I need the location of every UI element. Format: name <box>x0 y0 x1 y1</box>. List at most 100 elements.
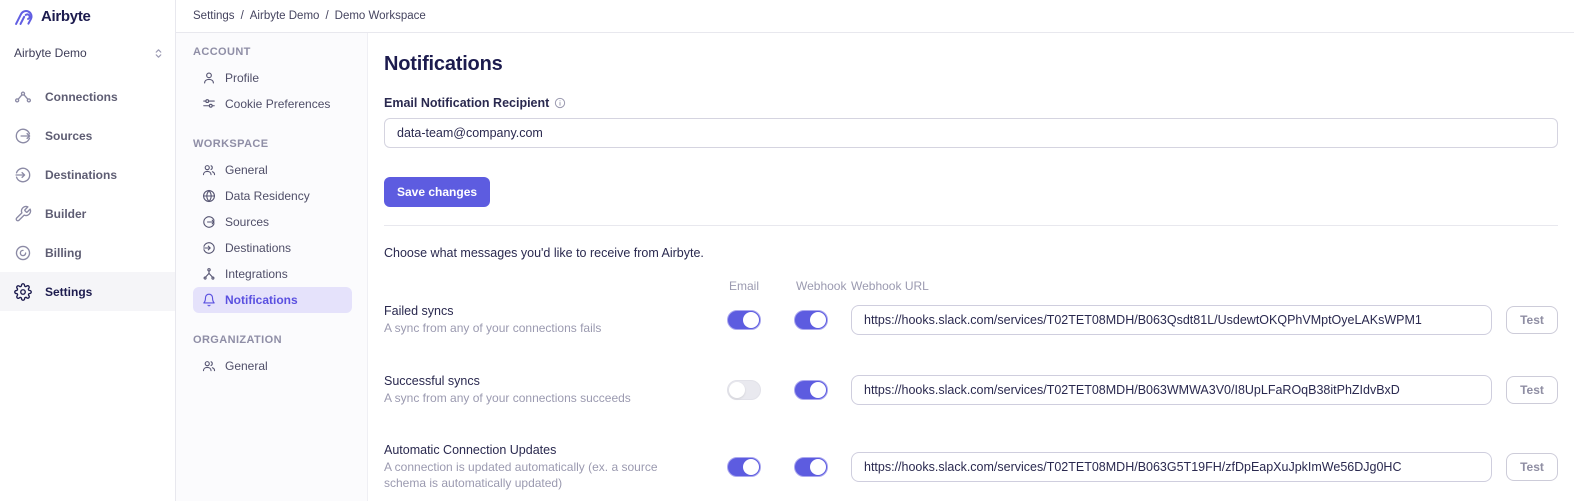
sidebar-item-settings[interactable]: Settings <box>0 272 175 311</box>
globe-icon <box>202 189 216 203</box>
settings-nav-item-org-general[interactable]: General <box>193 353 352 379</box>
sidebar-item-destinations[interactable]: Destinations <box>0 155 175 194</box>
settings-nav-item-general[interactable]: General <box>193 157 352 183</box>
settings-nav-section-account: ACCOUNT Profile <box>193 46 352 117</box>
settings-nav-label: Notifications <box>225 293 298 307</box>
webhook-toggle[interactable] <box>794 310 828 330</box>
notification-row-description: A connection is updated automatically (e… <box>384 460 693 491</box>
webhook-url-input[interactable] <box>851 375 1492 405</box>
table-header-row: Email Webhook Webhook URL <box>384 279 1558 293</box>
settings-nav-label: Cookie Preferences <box>225 97 330 111</box>
sidebar-item-connections[interactable]: Connections <box>0 77 175 116</box>
notifications-intro-text: Choose what messages you'd like to recei… <box>384 246 1558 260</box>
destination-icon <box>14 166 32 184</box>
sidebar-item-label: Billing <box>45 246 82 260</box>
user-icon <box>202 71 216 85</box>
section-title: WORKSPACE <box>193 138 352 150</box>
table-row: Failed syncs A sync from any of your con… <box>384 304 1558 337</box>
breadcrumb: Settings / Airbyte Demo / Demo Workspace <box>176 0 1574 33</box>
workspace-selector-label: Airbyte Demo <box>14 46 87 60</box>
chevron-updown-icon <box>153 48 164 59</box>
notification-row-title: Successful syncs <box>384 374 693 388</box>
settings-nav-label: General <box>225 163 268 177</box>
settings-nav-item-data-residency[interactable]: Data Residency <box>193 183 352 209</box>
settings-nav-section-organization: ORGANIZATION General <box>193 334 352 379</box>
email-toggle[interactable] <box>727 380 761 400</box>
settings-nav-item-sources[interactable]: Sources <box>193 209 352 235</box>
section-divider <box>384 225 1558 226</box>
users-icon <box>202 163 216 177</box>
info-icon[interactable] <box>554 97 566 109</box>
settings-nav-label: Data Residency <box>225 189 310 203</box>
settings-nav-label: Integrations <box>225 267 288 281</box>
source-icon <box>14 127 32 145</box>
breadcrumb-demo-workspace[interactable]: Demo Workspace <box>335 10 426 22</box>
billing-icon <box>14 244 32 262</box>
bell-icon <box>202 293 216 307</box>
section-title: ACCOUNT <box>193 46 352 58</box>
settings-nav-label: Destinations <box>225 241 291 255</box>
table-row: Successful syncs A sync from any of your… <box>384 374 1558 407</box>
column-header-email: Email <box>727 279 794 293</box>
settings-nav-label: Sources <box>225 215 269 229</box>
test-webhook-button[interactable]: Test <box>1506 453 1558 481</box>
section-title: ORGANIZATION <box>193 334 352 346</box>
table-row: Automatic Connection Updates A connectio… <box>384 443 1558 491</box>
settings-nav: ACCOUNT Profile <box>176 33 368 501</box>
main-sidebar: Airbyte Airbyte Demo Connections <box>0 0 176 501</box>
gear-icon <box>14 283 32 301</box>
users-icon <box>202 359 216 373</box>
settings-nav-item-integrations[interactable]: Integrations <box>193 261 352 287</box>
airbyte-logo[interactable]: Airbyte <box>0 0 175 33</box>
notifications-page: Notifications Email Notification Recipie… <box>368 33 1574 501</box>
breadcrumb-separator: / <box>325 10 328 22</box>
settings-nav-item-profile[interactable]: Profile <box>193 65 352 91</box>
connections-icon <box>14 88 32 106</box>
email-recipient-input[interactable] <box>384 118 1558 148</box>
test-webhook-button[interactable]: Test <box>1506 306 1558 334</box>
settings-nav-label: Profile <box>225 71 259 85</box>
workspace-selector[interactable]: Airbyte Demo <box>0 38 175 68</box>
source-icon <box>202 215 216 229</box>
column-header-webhook-url: Webhook URL <box>851 279 1492 293</box>
settings-nav-label: General <box>225 359 268 373</box>
breadcrumb-airbyte-demo[interactable]: Airbyte Demo <box>250 10 320 22</box>
webhook-url-input[interactable] <box>851 452 1492 482</box>
airbyte-wordmark: Airbyte <box>41 8 91 25</box>
test-webhook-button[interactable]: Test <box>1506 376 1558 404</box>
settings-nav-item-destinations[interactable]: Destinations <box>193 235 352 261</box>
email-recipient-label: Email Notification Recipient <box>384 96 549 110</box>
sidebar-item-billing[interactable]: Billing <box>0 233 175 272</box>
webhook-toggle[interactable] <box>794 457 828 477</box>
settings-nav-item-cookie-preferences[interactable]: Cookie Preferences <box>193 91 352 117</box>
sidebar-item-label: Destinations <box>45 168 117 182</box>
integrations-icon <box>202 267 216 281</box>
webhook-toggle[interactable] <box>794 380 828 400</box>
notification-row-description: A sync from any of your connections fail… <box>384 321 693 337</box>
sidebar-item-label: Connections <box>45 90 118 104</box>
save-changes-button[interactable]: Save changes <box>384 177 490 207</box>
breadcrumb-settings[interactable]: Settings <box>193 10 235 22</box>
webhook-url-input[interactable] <box>851 305 1492 335</box>
airbyte-logo-icon <box>13 6 34 27</box>
notification-row-description: A sync from any of your connections succ… <box>384 391 693 407</box>
settings-nav-item-notifications[interactable]: Notifications <box>193 287 352 313</box>
column-header-webhook: Webhook <box>794 279 851 293</box>
wrench-icon <box>14 205 32 223</box>
destination-icon <box>202 241 216 255</box>
notification-row-title: Failed syncs <box>384 304 693 318</box>
sidebar-item-label: Settings <box>45 285 92 299</box>
sidebar-item-label: Sources <box>45 129 92 143</box>
main-nav: Connections Sources Destinations <box>0 77 175 311</box>
page-title: Notifications <box>384 53 1558 76</box>
settings-nav-section-workspace: WORKSPACE General <box>193 138 352 313</box>
sidebar-item-sources[interactable]: Sources <box>0 116 175 155</box>
email-toggle[interactable] <box>727 310 761 330</box>
email-toggle[interactable] <box>727 457 761 477</box>
sidebar-item-builder[interactable]: Builder <box>0 194 175 233</box>
sliders-icon <box>202 97 216 111</box>
sidebar-item-label: Builder <box>45 207 86 221</box>
breadcrumb-separator: / <box>241 10 244 22</box>
notification-row-title: Automatic Connection Updates <box>384 443 693 457</box>
notification-settings-table: Email Webhook Webhook URL Failed syncs A… <box>384 279 1558 491</box>
